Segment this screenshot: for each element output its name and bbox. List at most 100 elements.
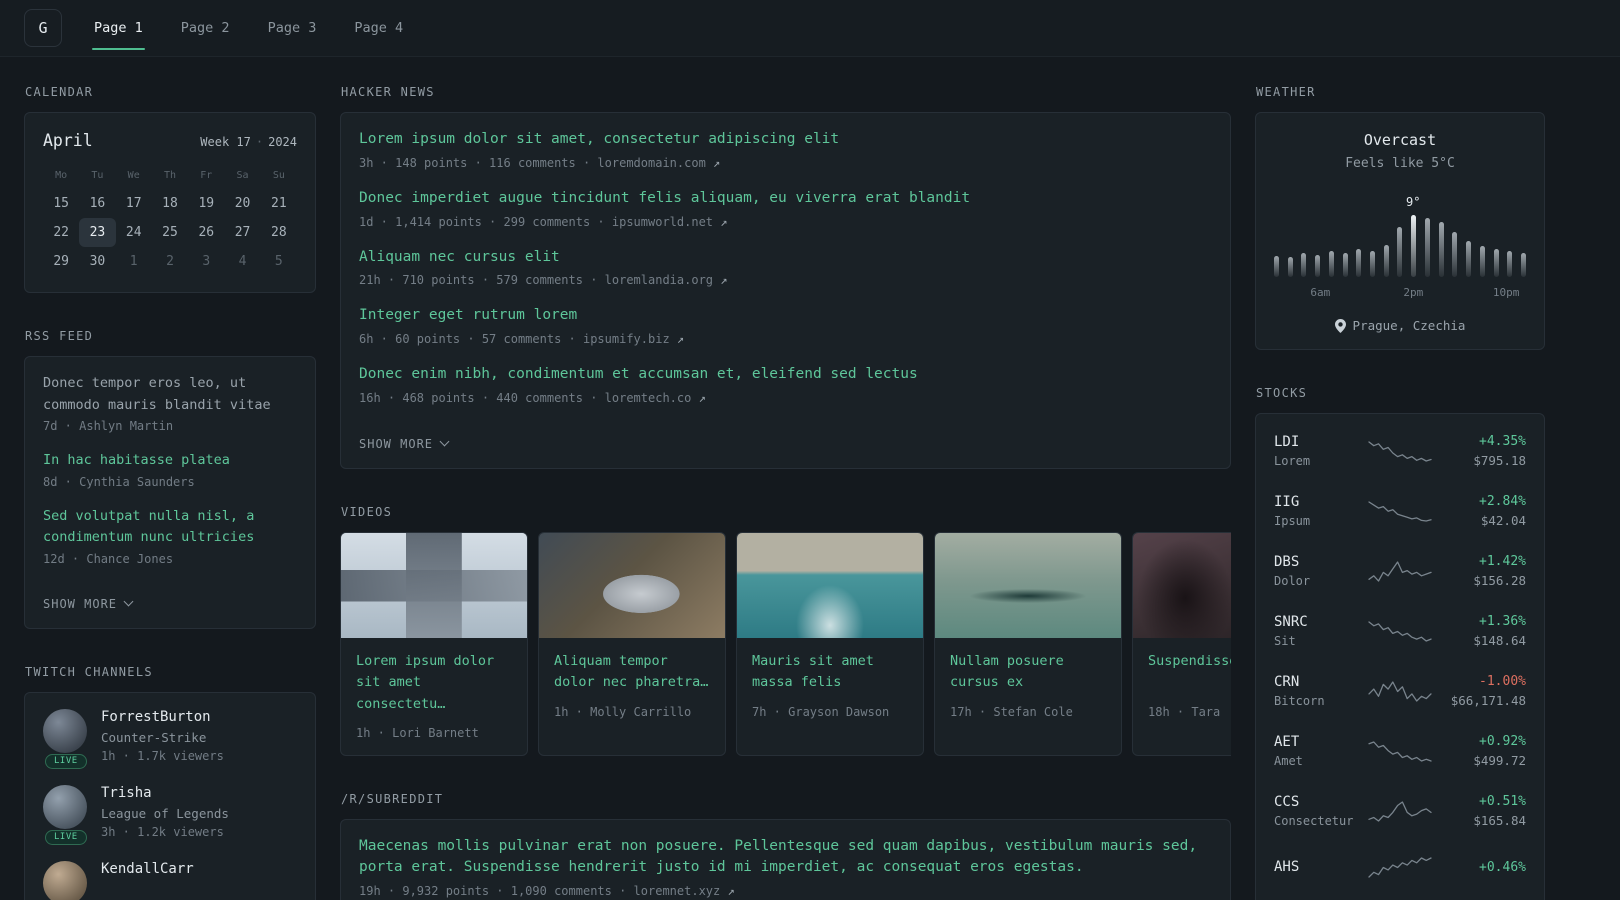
rss-item: Donec tempor eros leo, ut commodo mauris… [43, 373, 297, 433]
hackernews-show-more-button[interactable]: SHOW MORE [359, 437, 450, 451]
rss-item: Sed volutpat nulla nisl, a condimentum n… [43, 506, 297, 566]
stock-change: +0.92% [1479, 734, 1526, 749]
calendar-day: 1 [129, 254, 138, 269]
rss-widget-title: RSS FEED [25, 329, 94, 343]
stock-row[interactable]: LDI Lorem +4.35% $795.18 [1274, 430, 1526, 481]
source-domain-link[interactable]: ipsumworld.net ↗ [612, 215, 728, 229]
channel-name[interactable]: ForrestBurton [101, 709, 224, 725]
stock-price: $156.28 [1473, 573, 1526, 588]
videos-widget: VIDEOS Lorem ipsum dolor sit amet consec… [340, 505, 1231, 756]
video-title-link[interactable]: Suspendisse diam [1148, 651, 1231, 695]
separator-dot: · [255, 135, 264, 149]
subreddit-post-link[interactable]: Maecenas mollis pulvinar erat non posuer… [359, 836, 1212, 880]
video-title-link[interactable]: Aliquam tempor dolor nec pharetra… [554, 651, 710, 695]
stock-row[interactable]: AET Amet +0.92% $499.72 [1274, 721, 1526, 781]
channel-name[interactable]: Trisha [101, 785, 229, 801]
video-card[interactable]: Suspendisse diam 18h · Tara [1132, 531, 1231, 756]
rss-show-more-button[interactable]: SHOW MORE [43, 597, 134, 611]
rss-list: Donec tempor eros leo, ut commodo mauris… [43, 373, 297, 566]
video-thumbnail[interactable] [737, 532, 923, 638]
twitch-widget: TWITCH CHANNELS LIVE ForrestBurton Count… [24, 665, 316, 900]
video-title-link[interactable]: Nullam posuere cursus ex [950, 651, 1106, 695]
hackernews-item-link[interactable]: Integer eget rutrum lorem [359, 305, 1212, 327]
stock-sparkline [1368, 801, 1432, 822]
page-tab[interactable]: Page 1 [92, 0, 145, 56]
stock-identity: CCS Consectetur [1274, 794, 1359, 828]
stock-values: +2.84% $42.04 [1441, 494, 1526, 528]
source-domain-link[interactable]: loremdomain.com ↗ [597, 156, 720, 170]
video-title-link[interactable]: Mauris sit amet massa felis [752, 651, 908, 695]
stock-row[interactable]: CRN Bitcorn -1.00% $66,171.48 [1274, 661, 1526, 721]
dashboard: CALENDAR April Week 17 · 2024 Mo Tu We Th Fr Sa… [0, 57, 1620, 900]
page-tab[interactable]: Page 3 [266, 0, 319, 56]
twitch-channel-row[interactable]: KendallCarr [43, 860, 297, 900]
source-domain-link[interactable]: loremlandia.org ↗ [605, 273, 728, 287]
stock-identity: LDI Lorem [1274, 434, 1359, 468]
twitch-channel-row[interactable]: LIVE ForrestBurton Counter-Strike 1h · 1… [43, 708, 297, 769]
channel-name[interactable]: KendallCarr [101, 861, 194, 877]
rss-item-link[interactable]: In hac habitasse platea [43, 450, 297, 472]
calendar-widget-title: CALENDAR [25, 85, 94, 99]
video-thumbnail[interactable] [341, 532, 527, 638]
item-meta-text: 16h · 468 points · 440 comments · [359, 390, 598, 405]
avatar [43, 708, 87, 753]
stock-sparkline [1368, 441, 1432, 462]
hackernews-item-link[interactable]: Aliquam nec cursus elit [359, 247, 1212, 269]
stock-row[interactable]: AHS +0.46% [1274, 841, 1526, 893]
video-thumbnail[interactable] [539, 532, 725, 638]
video-info: Nullam posuere cursus ex 17h · Stefan Co… [935, 638, 1121, 734]
stock-identity: SNRC Sit [1274, 614, 1359, 648]
hackernews-item-meta: 1d · 1,414 points · 299 comments · ipsum… [359, 215, 1212, 229]
day-of-week-label: Mo [55, 170, 68, 181]
stock-name: Sit [1274, 634, 1296, 648]
hackernews-item-link[interactable]: Donec enim nibh, condimentum et accumsan… [359, 364, 1212, 386]
source-domain: loremdomain.com [597, 155, 706, 170]
hackernews-item: Donec imperdiet augue tincidunt felis al… [359, 188, 1212, 229]
video-card[interactable]: Lorem ipsum dolor sit amet consectetu… 1… [340, 531, 528, 756]
video-card[interactable]: Nullam posuere cursus ex 17h · Stefan Co… [934, 531, 1122, 756]
video-meta: 1h · Lori Barnett [356, 725, 479, 740]
stock-row[interactable]: SNRC Sit +1.36% $148.64 [1274, 601, 1526, 661]
video-card[interactable]: Mauris sit amet massa felis 7h · Grayson… [736, 531, 924, 756]
stock-change: +0.51% [1479, 794, 1526, 809]
stock-values: +1.42% $156.28 [1441, 554, 1526, 588]
avatar-wrap: LIVE [43, 784, 87, 845]
channel-game: League of Legends [101, 805, 229, 821]
video-meta: 7h · Grayson Dawson [752, 704, 890, 719]
day-of-week-label: We [127, 170, 140, 181]
calendar-day: 17 [125, 196, 142, 211]
stock-name: Ipsum [1274, 514, 1311, 528]
external-link-icon: ↗ [698, 390, 706, 405]
source-domain-link[interactable]: ipsumify.biz ↗ [583, 332, 684, 346]
calendar-day: 2 [166, 254, 174, 269]
stock-sparkline [1368, 561, 1432, 582]
stock-ticker: AET [1274, 734, 1300, 750]
calendar-month: April [43, 131, 93, 150]
hackernews-item-link[interactable]: Lorem ipsum dolor sit amet, consectetur … [359, 129, 1212, 151]
video-card[interactable]: Aliquam tempor dolor nec pharetra… 1h · … [538, 531, 726, 756]
hackernews-item: Donec enim nibh, condimentum et accumsan… [359, 364, 1212, 405]
calendar-day: 16 [89, 196, 106, 211]
source-domain-link[interactable]: loremnet.xyz ↗ [634, 884, 735, 898]
source-domain-link[interactable]: loremtech.co ↗ [605, 391, 706, 405]
page-tab[interactable]: Page 4 [352, 0, 405, 56]
day-of-week-label: Sa [236, 170, 249, 181]
hackernews-item: Lorem ipsum dolor sit amet, consectetur … [359, 129, 1212, 170]
subreddit-widget-title: /R/SUBREDDIT [341, 791, 444, 806]
rss-item-link[interactable]: Sed volutpat nulla nisl, a condimentum n… [43, 506, 297, 549]
video-thumbnail[interactable] [935, 532, 1121, 638]
top-bar: G Page 1 Page 2 Page 3 Page 4 [0, 0, 1620, 57]
twitch-channel-row[interactable]: LIVE Trisha League of Legends 3h · 1.2k … [43, 784, 297, 845]
hackernews-item-link[interactable]: Donec imperdiet augue tincidunt felis al… [359, 188, 1212, 210]
time-label: 2pm [1403, 286, 1424, 299]
video-title-link[interactable]: Lorem ipsum dolor sit amet consectetu… [356, 651, 512, 716]
stock-row[interactable]: IIG Ipsum +2.84% $42.04 [1274, 481, 1526, 541]
page-tab[interactable]: Page 2 [179, 0, 232, 56]
avatar [43, 860, 87, 900]
video-thumbnail[interactable] [1133, 532, 1231, 638]
rss-item-link[interactable]: Donec tempor eros leo, ut commodo mauris… [43, 373, 297, 416]
app-logo[interactable]: G [24, 9, 62, 47]
weather-widget-title: WEATHER [1256, 85, 1316, 99]
stock-row[interactable]: DBS Dolor +1.42% $156.28 [1274, 541, 1526, 601]
stock-row[interactable]: CCS Consectetur +0.51% $165.84 [1274, 781, 1526, 841]
